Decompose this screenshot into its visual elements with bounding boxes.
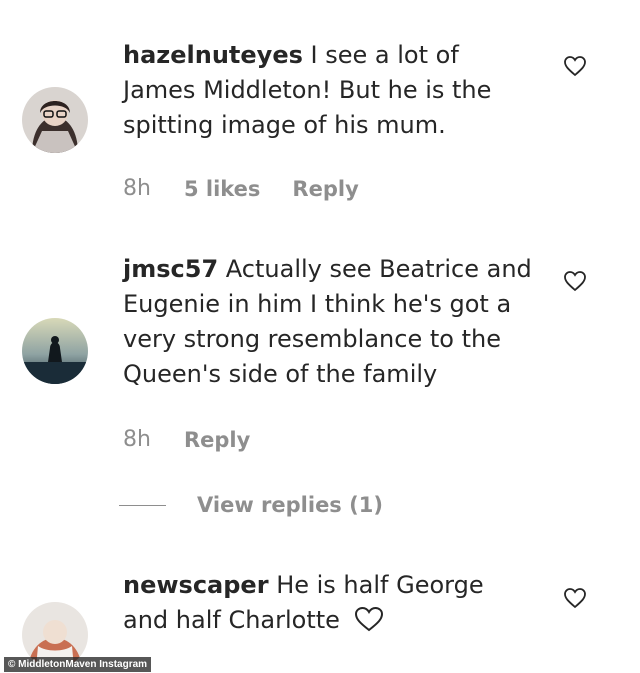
view-replies-button[interactable]: View replies (1) bbox=[119, 493, 383, 517]
view-replies-label: View replies (1) bbox=[197, 493, 383, 517]
comment-username[interactable]: newscaper bbox=[123, 571, 269, 599]
comment-meta: 8h 5 likes Reply bbox=[123, 176, 359, 201]
watermark: © MiddletonMaven Instagram bbox=[4, 657, 152, 672]
comment-body: hazelnuteyes I see a lot of James Middle… bbox=[123, 38, 533, 143]
heart-icon[interactable] bbox=[563, 270, 587, 292]
comment-meta: 8h Reply bbox=[123, 427, 250, 452]
likes-count[interactable]: 5 likes bbox=[184, 177, 260, 201]
reply-button[interactable]: Reply bbox=[184, 428, 250, 452]
comment-time: 8h bbox=[123, 176, 151, 201]
avatar[interactable] bbox=[22, 318, 88, 384]
heart-icon[interactable] bbox=[563, 587, 587, 609]
comment-body: newscaper He is half George and half Cha… bbox=[123, 568, 533, 638]
comment-body: jmsc57 Actually see Beatrice and Eugenie… bbox=[123, 252, 533, 392]
heart-emoji-icon bbox=[354, 606, 384, 632]
reply-button[interactable]: Reply bbox=[292, 177, 358, 201]
comment-username[interactable]: jmsc57 bbox=[123, 255, 218, 283]
comment-time: 8h bbox=[123, 427, 151, 452]
heart-icon[interactable] bbox=[563, 55, 587, 77]
comment-username[interactable]: hazelnuteyes bbox=[123, 41, 303, 69]
divider bbox=[119, 504, 166, 506]
avatar[interactable] bbox=[22, 87, 88, 153]
